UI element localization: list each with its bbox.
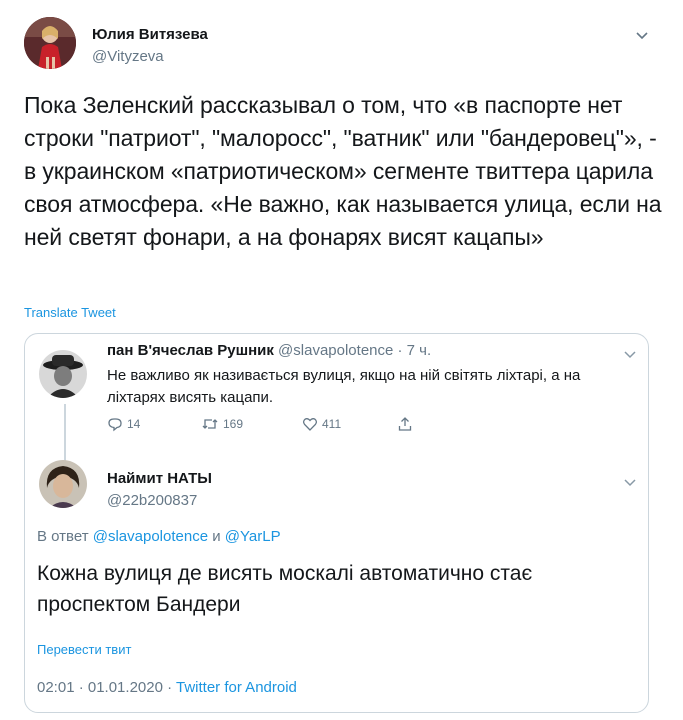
quoted-first-avatar[interactable]: [39, 350, 87, 398]
like-icon: [302, 418, 318, 431]
reply-button[interactable]: 14: [107, 416, 140, 432]
quoted-first-actions: 14 169 411: [107, 416, 427, 436]
quoted-thread-card[interactable]: пан В'ячеслав Рушник @slavapolotence · 7…: [24, 333, 649, 713]
retweet-button[interactable]: 169: [201, 416, 243, 432]
quoted-second-handle[interactable]: @22b200837: [107, 492, 197, 509]
thread-connector: [64, 404, 66, 464]
author-avatar[interactable]: [24, 17, 76, 69]
quoted-second-name[interactable]: Наймит НАТЫ: [107, 470, 212, 487]
retweet-icon: [202, 419, 218, 429]
tweet-timestamp: 02:01 · 01.01.2020 · Twitter for Android: [37, 679, 297, 696]
quoted-second-avatar[interactable]: [39, 460, 87, 508]
chevron-down-icon[interactable]: [634, 27, 650, 43]
chevron-down-icon[interactable]: [622, 474, 638, 490]
like-button[interactable]: 411: [302, 416, 341, 432]
retweet-count: 169: [223, 417, 244, 431]
reply-count: 14: [127, 417, 141, 431]
quoted-first-name[interactable]: пан В'ячеслав Рушник @slavapolotence · 7…: [107, 342, 431, 359]
quoted-first-text: Не важливо як називається вулиця, якщо н…: [107, 367, 581, 406]
reply-user-link[interactable]: @YarLP: [225, 528, 281, 545]
tweet-source-link[interactable]: Twitter for Android: [176, 679, 297, 696]
quoted-first-handle-time[interactable]: @slavapolotence · 7 ч.: [278, 342, 431, 359]
tweet-text: Пока Зеленский рассказывал о том, что «в…: [24, 92, 662, 250]
reply-icon: [108, 418, 122, 432]
author-name[interactable]: Юлия Витязева: [92, 26, 208, 43]
share-button[interactable]: [397, 416, 417, 432]
translate-tweet-link[interactable]: Перевести твит: [37, 642, 131, 657]
author-handle[interactable]: @Vityzeva: [92, 48, 164, 65]
translate-tweet-link[interactable]: Translate Tweet: [24, 305, 116, 320]
chevron-down-icon[interactable]: [622, 346, 638, 362]
share-icon: [398, 417, 412, 431]
quoted-second-text: Кожна вулиця де висять москалі автоматич…: [37, 562, 533, 616]
reply-user-link[interactable]: @slavapolotence: [93, 528, 208, 545]
like-count: 411: [322, 417, 342, 431]
reply-context: В ответ @slavapolotence и @YarLP: [37, 528, 281, 545]
tweet-container: Юлия Витязева @Vityzeva Пока Зеленский р…: [0, 0, 683, 720]
